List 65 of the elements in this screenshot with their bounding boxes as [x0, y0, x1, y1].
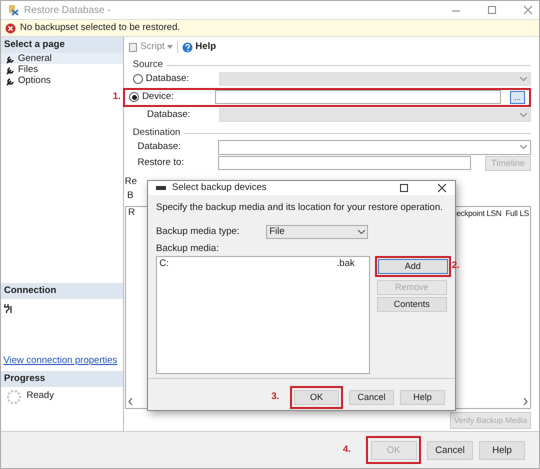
browse-button[interactable]: ...: [510, 90, 525, 104]
spinner-icon: [6, 389, 22, 406]
close-icon[interactable]: [437, 183, 447, 194]
section-header: Select a page: [1, 37, 123, 54]
column-header: Full LS: [506, 208, 529, 220]
group-title: Destination: [132, 126, 180, 140]
step-number: 4.: [342, 442, 351, 457]
chevron-icon: [520, 77, 527, 81]
radio-button[interactable]: Database:: [132, 72, 219, 86]
dropdown[interactable]: File: [266, 225, 368, 240]
section-header: Connection: [1, 282, 123, 300]
group-title: Source: [132, 58, 163, 72]
dialog-title: Select backup devices: [172, 181, 267, 195]
chevron-icon: [520, 145, 527, 149]
wrench-icon: [5, 76, 15, 86]
page-item[interactable]: General: [1, 53, 123, 64]
button[interactable]: Cancel: [349, 390, 394, 405]
page-item[interactable]: Files: [1, 64, 123, 76]
button[interactable]: Help: [400, 390, 445, 405]
media-list[interactable]: C: .bak: [156, 256, 370, 374]
scroll-left-icon[interactable]: [128, 398, 134, 406]
field-label: Database:: [138, 140, 182, 154]
chevron-icon: [520, 113, 527, 117]
field-label: Backup media type:: [156, 225, 240, 239]
field-label: Backup media:: [156, 242, 220, 256]
wrench-icon: [5, 64, 15, 75]
tab-label[interactable]: B: [124, 189, 134, 204]
status-text: Ready: [26, 389, 54, 404]
window-title: Restore Database -: [24, 4, 111, 18]
field-label: Restore to:: [138, 156, 185, 170]
button[interactable]: OK: [294, 390, 339, 405]
step-number: 2.: [452, 259, 460, 274]
text-field[interactable]: [218, 156, 471, 170]
maximize-icon[interactable]: [399, 183, 409, 194]
warning-message: No backupset selected to be restored.: [20, 20, 180, 35]
text-field[interactable]: [215, 90, 500, 104]
radio-button[interactable]: Device:: [129, 90, 216, 104]
page-item[interactable]: Options: [1, 75, 123, 86]
button[interactable]: Cancel: [427, 440, 473, 460]
help-icon: [182, 42, 194, 52]
wrench-icon: [5, 54, 15, 64]
toolbar-button[interactable]: Help: [182, 40, 216, 54]
step-number: 1.: [112, 90, 121, 104]
app-icon: [7, 4, 19, 16]
scroll-right-icon[interactable]: [522, 398, 528, 406]
media-path: .bak: [336, 256, 355, 271]
button[interactable]: Contents: [376, 296, 447, 312]
tape-icon: [156, 185, 166, 192]
caret-icon: [167, 45, 174, 49]
field-label: Database:: [146, 108, 192, 122]
section-label: Re: [124, 175, 137, 189]
dropdown[interactable]: [218, 140, 531, 154]
button[interactable]: Add: [378, 258, 448, 274]
instruction-text: Specify the backup media and its location for your restore operation.: [156, 201, 444, 216]
script-icon: [128, 42, 138, 52]
error-icon: [5, 22, 16, 34]
step-number: 3.: [271, 390, 280, 404]
link[interactable]: View connection properties: [3, 355, 118, 366]
column-header: eckpoint LSN: [456, 208, 502, 220]
chevron-icon: [358, 230, 365, 234]
button[interactable]: Help: [479, 440, 525, 460]
media-path: C:: [159, 256, 169, 271]
toolbar-button[interactable]: Script: [128, 40, 174, 54]
section-header: Progress: [1, 370, 123, 387]
column-header: R: [128, 206, 135, 220]
